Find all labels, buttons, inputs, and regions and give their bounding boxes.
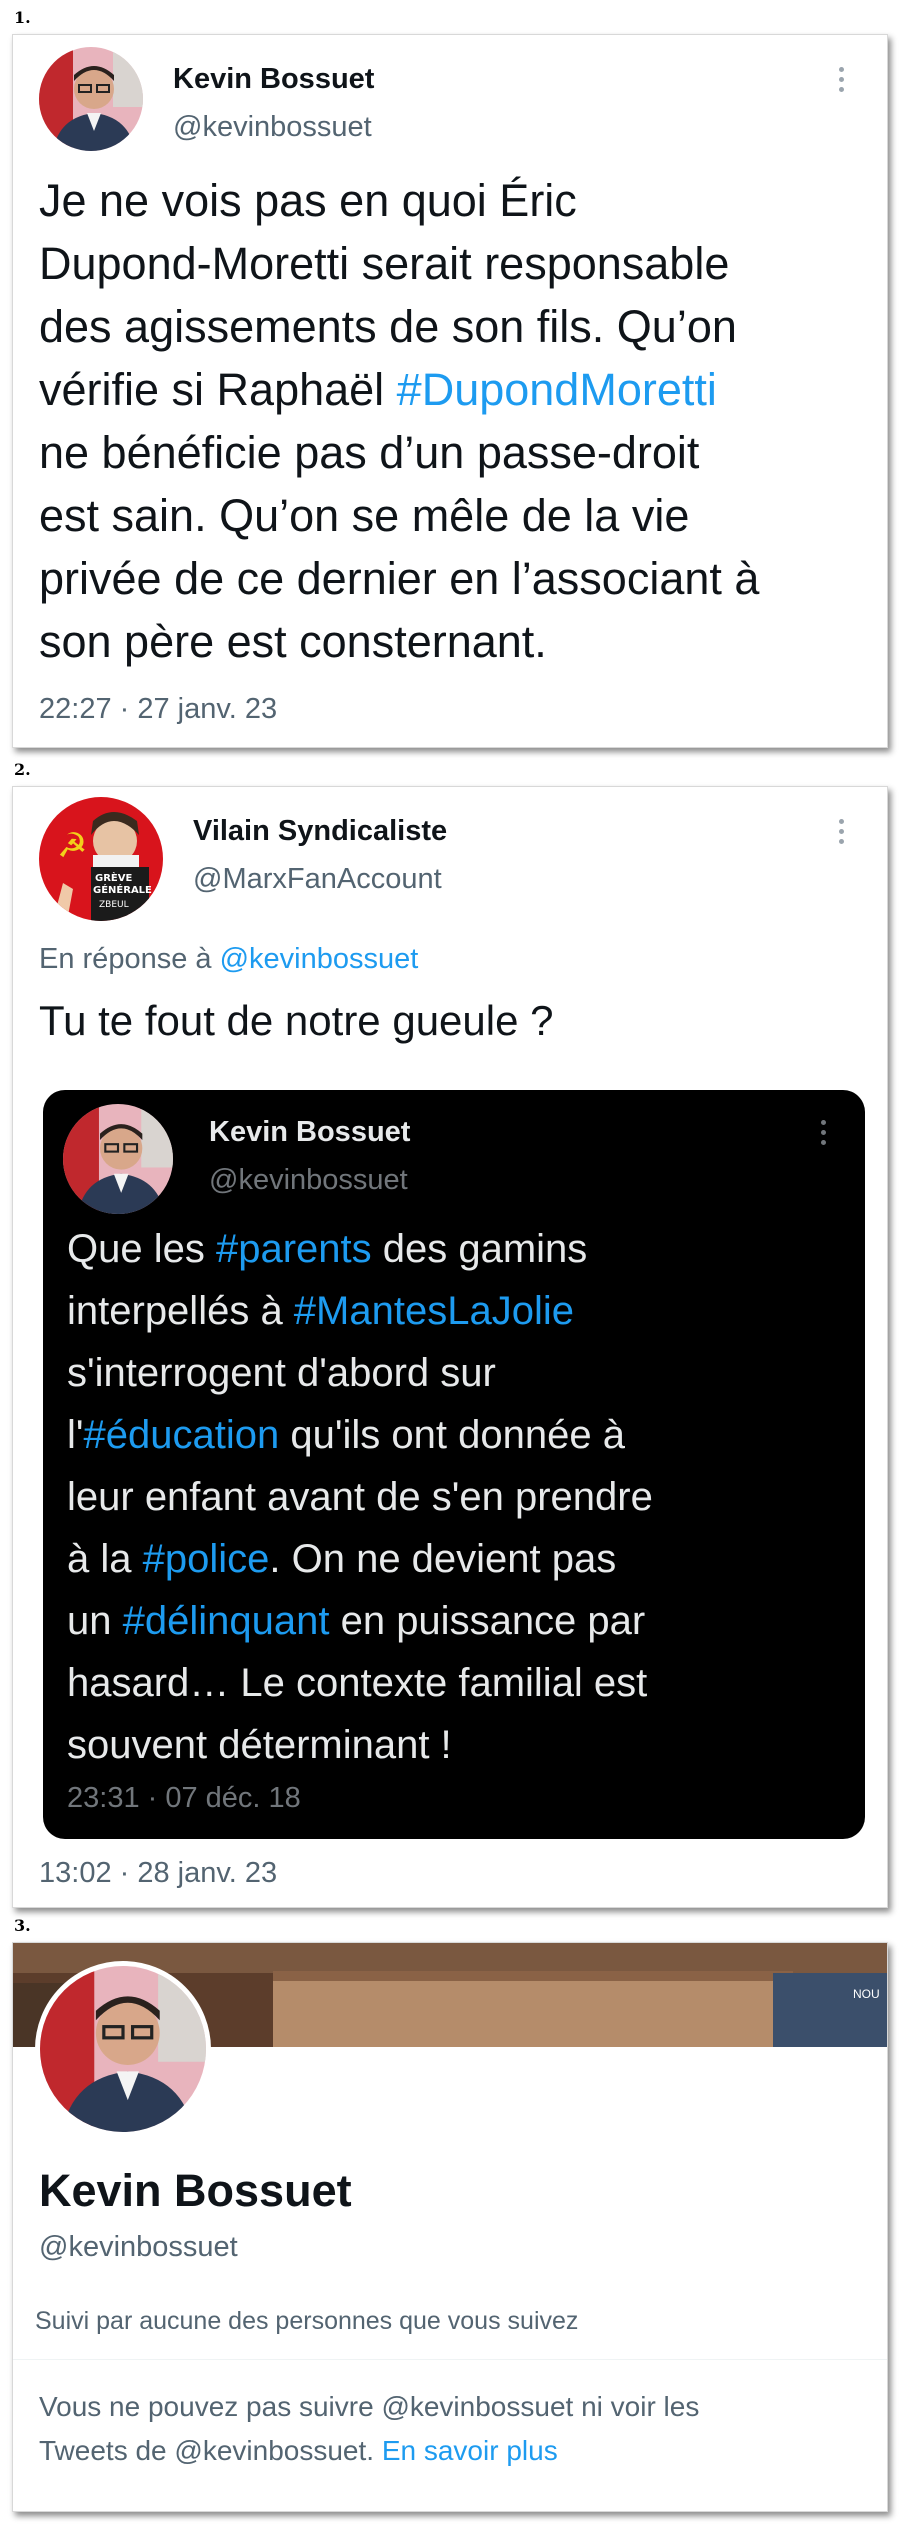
text-line: Que les #parents des gamins	[67, 1218, 653, 1280]
text-line: à la #police. On ne devient pas	[67, 1528, 653, 1590]
avatar[interactable]	[39, 47, 143, 151]
author-name[interactable]: Kevin Bossuet	[173, 63, 374, 96]
text-segment: qu'ils ont donnée à	[279, 1413, 625, 1457]
avatar-photo	[40, 1966, 206, 2132]
avatar-photo	[63, 1104, 173, 1214]
text-line: interpellés à #MantesLaJolie	[67, 1280, 653, 1342]
text-line: des agissements de son fils. Qu’on	[39, 295, 759, 358]
avatar-photo	[39, 47, 143, 151]
text-segment: des agissements de son fils. Qu’on	[39, 301, 737, 352]
text-line: privée de ce dernier en l’associant à	[39, 547, 759, 610]
quoted-author-handle[interactable]: @kevinbossuet	[209, 1164, 408, 1197]
text-line: souvent déterminant !	[67, 1714, 653, 1776]
blocked-notice-line2: Tweets de @kevinbossuet.	[39, 2435, 382, 2466]
text-line: ne bénéficie pas d’un passe-droit	[39, 421, 759, 484]
profile-name: Kevin Bossuet	[39, 2165, 352, 2216]
text-segment: privée de ce dernier en l’associant à	[39, 553, 760, 604]
text-line: s'interrogent d'abord sur	[67, 1342, 653, 1404]
text-segment: Que les	[67, 1227, 216, 1271]
profile-avatar[interactable]	[35, 1961, 211, 2137]
blocked-notice: Vous ne pouvez pas suivre @kevinbossuet …	[39, 2385, 699, 2473]
panel-label-3: 3.	[14, 1916, 31, 1935]
quoted-author-name[interactable]: Kevin Bossuet	[209, 1116, 410, 1149]
text-segment: s'interrogent d'abord sur	[67, 1351, 496, 1395]
text-segment: en puissance par	[329, 1599, 646, 1643]
tweet-text: Tu te fout de notre gueule ?	[39, 997, 554, 1044]
text-line: Je ne vois pas en quoi Éric	[39, 169, 759, 232]
avatar-cartoon: ☭ GRÈVE GÉNÉRALE ZBEUL	[39, 797, 163, 921]
hashtag-link[interactable]: #éducation	[84, 1413, 280, 1457]
text-segment: ne bénéficie pas d’un passe-droit	[39, 427, 700, 478]
text-segment: est sain. Qu’on se mêle de la vie	[39, 490, 690, 541]
text-line: l'#éducation qu'ils ont donnée à	[67, 1404, 653, 1466]
quoted-tweet-timestamp[interactable]: 23:31 · 07 déc. 18	[67, 1782, 301, 1815]
hashtag-link[interactable]: #DupondMoretti	[397, 364, 717, 415]
text-line: un #délinquant en puissance par	[67, 1590, 653, 1652]
text-line: hasard… Le contexte familial est	[67, 1652, 653, 1714]
svg-text:ZBEUL: ZBEUL	[99, 900, 129, 910]
text-line: est sain. Qu’on se mêle de la vie	[39, 484, 759, 547]
text-segment: un	[67, 1599, 123, 1643]
tweet-timestamp[interactable]: 22:27 · 27 janv. 23	[39, 693, 277, 726]
text-segment: son père est consternant.	[39, 616, 547, 667]
hashtag-link[interactable]: #MantesLaJolie	[294, 1289, 574, 1333]
text-segment: leur enfant avant de s'en prendre	[67, 1475, 653, 1519]
quoted-tweet-text: Que les #parents des gamins interpellés à…	[67, 1218, 653, 1776]
learn-more-link[interactable]: En savoir plus	[382, 2435, 558, 2466]
avatar[interactable]: ☭ GRÈVE GÉNÉRALE ZBEUL	[39, 797, 163, 921]
avatar[interactable]	[63, 1104, 173, 1214]
tweet-card-1[interactable]: Kevin Bossuet @kevinbossuet Je ne vois p…	[12, 34, 888, 748]
text-segment: vérifie si Raphaël	[39, 364, 397, 415]
hashtag-link[interactable]: #délinquant	[123, 1599, 330, 1643]
text-segment: des gamins	[371, 1227, 588, 1271]
reply-prefix: En réponse à	[39, 943, 220, 975]
reply-context: En réponse à @kevinbossuet	[39, 943, 418, 976]
text-line: leur enfant avant de s'en prendre	[67, 1466, 653, 1528]
profile-handle: @kevinbossuet	[39, 2231, 238, 2263]
quoted-tweet[interactable]: Kevin Bossuet @kevinbossuet Que les #par…	[43, 1090, 865, 1839]
text-line: son père est consternant.	[39, 610, 759, 673]
text-segment: l'	[67, 1413, 84, 1457]
svg-text:GRÈVE: GRÈVE	[95, 871, 132, 884]
author-handle[interactable]: @MarxFanAccount	[193, 863, 442, 896]
more-vertical-icon[interactable]	[839, 819, 847, 849]
panel-label-1: 1.	[14, 8, 31, 27]
divider	[13, 2359, 887, 2360]
svg-text:☭: ☭	[57, 826, 87, 866]
text-segment: interpellés à	[67, 1289, 294, 1333]
author-handle[interactable]: @kevinbossuet	[173, 111, 372, 144]
author-name[interactable]: Vilain Syndicaliste	[193, 815, 447, 848]
panel-label-2: 2.	[14, 760, 31, 779]
text-segment: Je ne vois pas en quoi Éric	[39, 175, 577, 226]
text-line: Dupond-Moretti serait responsable	[39, 232, 759, 295]
text-segment: Dupond-Moretti serait responsable	[39, 238, 730, 289]
more-vertical-icon[interactable]	[839, 67, 847, 97]
followed-by-text: Suivi par aucune des personnes que vous …	[35, 2307, 579, 2335]
tweet-text: Je ne vois pas en quoi Éric Dupond-Morett…	[39, 169, 759, 673]
blocked-notice-line1: Vous ne pouvez pas suivre @kevinbossuet …	[39, 2391, 700, 2422]
more-vertical-icon[interactable]	[821, 1120, 829, 1150]
reply-handle-link[interactable]: @kevinbossuet	[220, 943, 419, 975]
profile-card: NOU Kevin Bossuet @kevinbossuet Suivi pa…	[12, 1942, 888, 2512]
text-segment: hasard… Le contexte familial est	[67, 1661, 648, 1705]
text-segment: . On ne devient pas	[269, 1537, 617, 1581]
tweet-card-2[interactable]: ☭ GRÈVE GÉNÉRALE ZBEUL Vilain Syndicalis…	[12, 786, 888, 1908]
svg-text:GÉNÉRALE: GÉNÉRALE	[93, 883, 152, 896]
hashtag-link[interactable]: #police	[143, 1537, 270, 1581]
text-line: vérifie si Raphaël #DupondMoretti	[39, 358, 759, 421]
tweet-timestamp[interactable]: 13:02 · 28 janv. 23	[39, 1857, 277, 1890]
banner-fragment: NOU	[853, 1987, 880, 2001]
text-segment: souvent déterminant !	[67, 1723, 452, 1767]
hashtag-link[interactable]: #parents	[216, 1227, 372, 1271]
text-segment: à la	[67, 1537, 143, 1581]
